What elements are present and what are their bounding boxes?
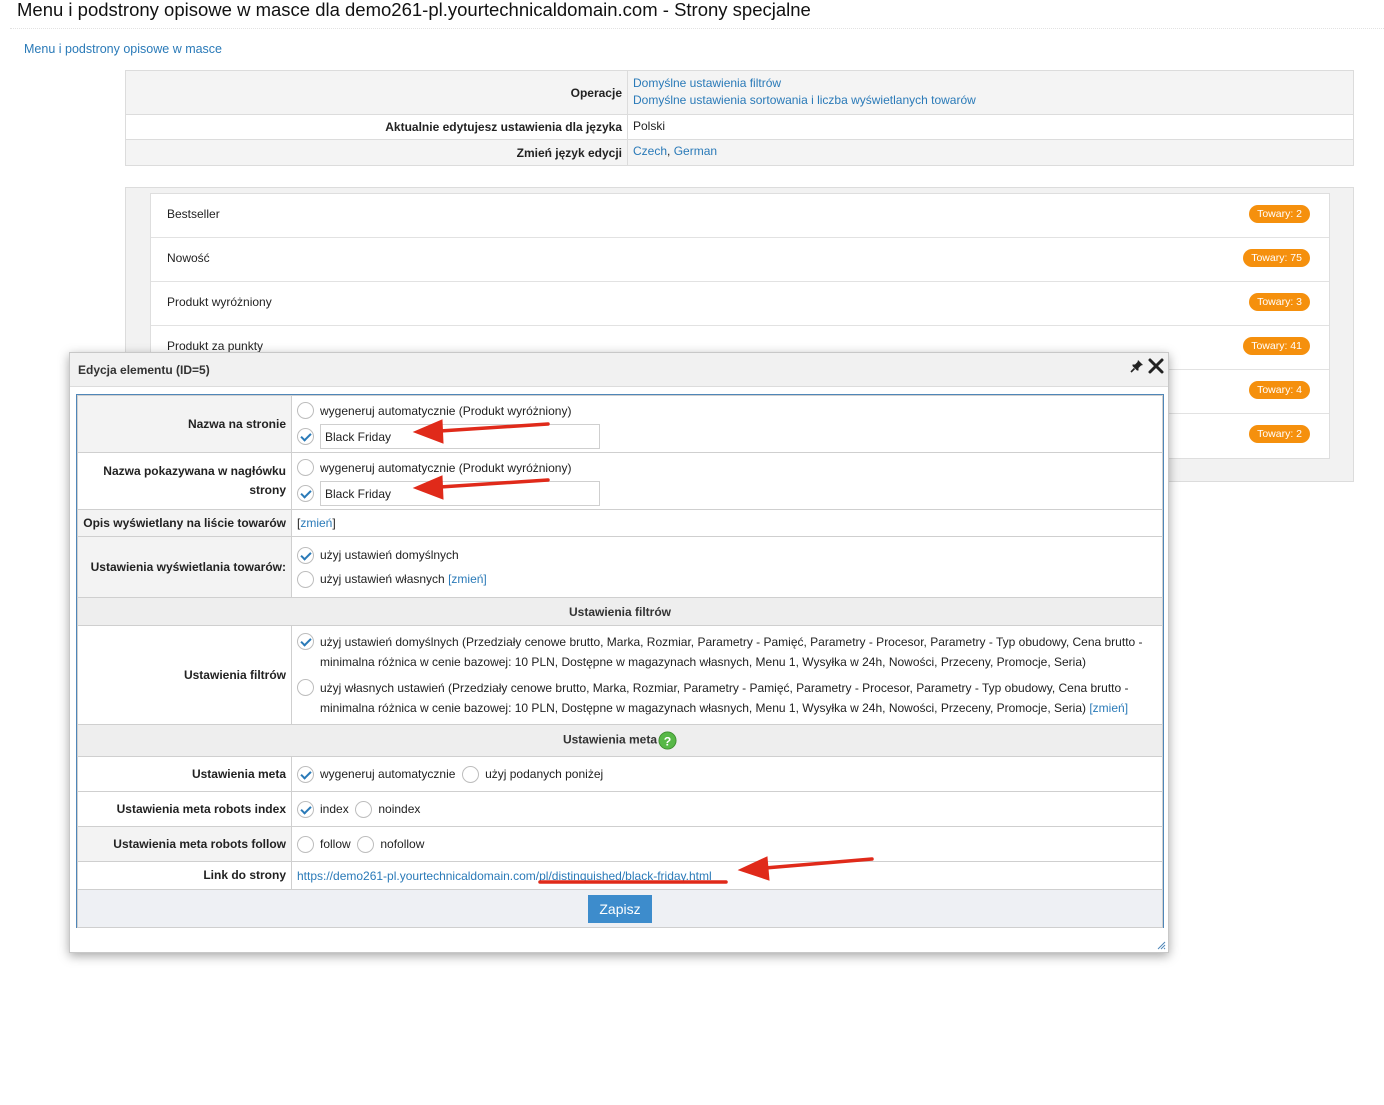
arrow-to-page-url [763, 857, 874, 870]
arrow-head [737, 856, 770, 881]
arrow-to-header-input [438, 478, 550, 489]
arrow-head [412, 419, 444, 444]
arrow-head [412, 475, 444, 500]
annotation-arrows [412, 419, 874, 884]
arrow-to-name-input [438, 422, 550, 433]
